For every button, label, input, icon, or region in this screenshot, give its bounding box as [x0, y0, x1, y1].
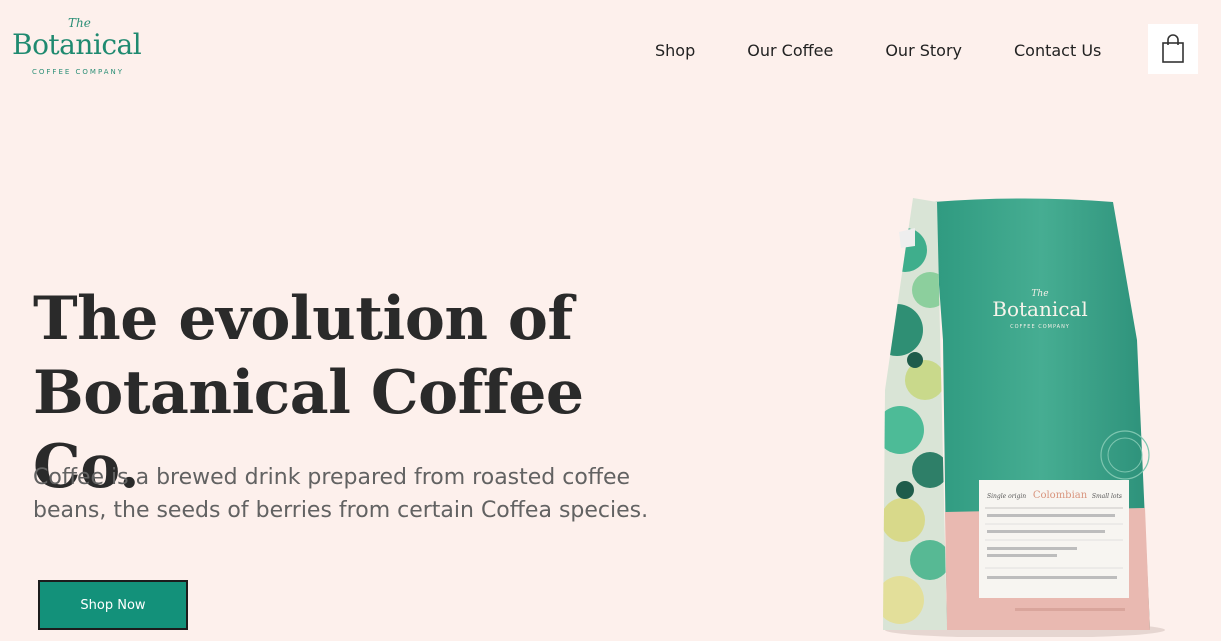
bag-label-name: Colombian	[1033, 490, 1088, 501]
nav-shop[interactable]: Shop	[655, 41, 695, 60]
logo-subtitle: COFFEE COMPANY	[32, 68, 125, 76]
hero-description: Coffee is a brewed drink prepared from r…	[33, 465, 649, 523]
main-nav: Shop Our Coffee Our Story Contact Us	[655, 41, 1101, 60]
logo-name: Botanical	[12, 28, 142, 61]
cart-button[interactable]	[1148, 24, 1198, 74]
nav-contact-us[interactable]: Contact Us	[1014, 41, 1101, 60]
bag-brand-sub: COFFEE COMPANY	[1010, 324, 1070, 330]
brand-logo[interactable]: The Botanical COFFEE COMPANY	[12, 16, 157, 80]
bag-label-left: Single origin	[987, 493, 1026, 500]
hero-title-line-1: The evolution of	[33, 284, 573, 354]
shopping-bag-icon	[1162, 34, 1184, 63]
bag-brand-name: Botanical	[992, 297, 1088, 321]
nav-our-story[interactable]: Our Story	[885, 41, 962, 60]
shop-now-button[interactable]: Shop Now	[38, 580, 188, 630]
product-image-coffee-bag: The Botanical COFFEE COMPANY Single orig…	[875, 190, 1165, 638]
bag-label-right: Small lots	[1092, 493, 1122, 500]
nav-our-coffee[interactable]: Our Coffee	[747, 41, 833, 60]
